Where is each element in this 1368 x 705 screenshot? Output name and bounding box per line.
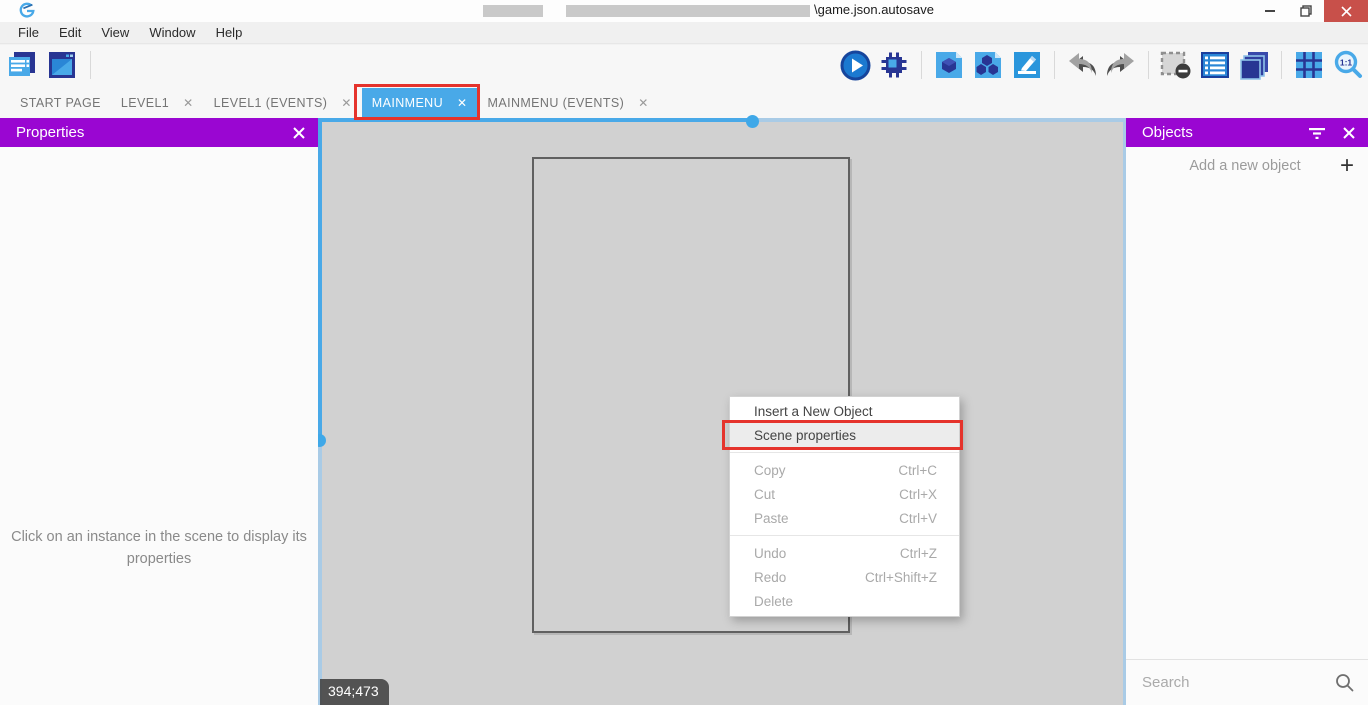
zoom-original-icon[interactable]: 1:1 — [1332, 49, 1364, 81]
toolbar: 1:1 — [0, 45, 1368, 88]
instances-list-icon[interactable] — [1160, 49, 1192, 81]
add-object-row: Add a new object + — [1126, 147, 1368, 185]
layers-icon[interactable] — [1238, 49, 1270, 81]
toolbar-separator — [921, 51, 922, 79]
tab-bar: START PAGE LEVEL1 ✕ LEVEL1 (EVENTS) ✕ MA… — [0, 88, 1368, 118]
search-icon[interactable] — [1335, 673, 1354, 692]
tab-label: LEVEL1 (EVENTS) — [214, 96, 328, 110]
menu-edit[interactable]: Edit — [49, 22, 91, 43]
tab-level1[interactable]: LEVEL1 ✕ — [111, 88, 204, 118]
add-object-label: Add a new object — [1150, 158, 1340, 174]
grid-icon[interactable] — [1293, 49, 1325, 81]
menu-separator — [730, 452, 959, 453]
menu-view[interactable]: View — [91, 22, 139, 43]
menu-separator — [730, 535, 959, 536]
menu-item-delete[interactable]: Delete — [730, 589, 959, 613]
properties-panel: Properties Click on an instance in the s… — [0, 118, 318, 705]
cursor-coordinates: 394;473 — [320, 679, 389, 705]
scene-resize-handle-top[interactable] — [746, 115, 759, 128]
app-logo-icon — [18, 2, 36, 20]
minimize-icon — [1265, 10, 1275, 12]
close-icon — [1341, 6, 1352, 17]
layers-list-icon[interactable] — [1199, 49, 1231, 81]
objects-panel-header: Objects — [1126, 118, 1368, 147]
menu-item-redo[interactable]: Redo Ctrl+Shift+Z — [730, 565, 959, 589]
scene-border-top — [754, 118, 1126, 122]
close-icon[interactable] — [292, 126, 306, 140]
debug-icon[interactable] — [878, 49, 910, 81]
menu-item-paste[interactable]: Paste Ctrl+V — [730, 506, 959, 530]
toolbar-separator — [1148, 51, 1149, 79]
toolbar-separator — [1281, 51, 1282, 79]
scene-border-left — [318, 442, 322, 705]
redacted-title-segment — [566, 5, 810, 17]
restore-button[interactable] — [1288, 0, 1324, 22]
menu-window[interactable]: Window — [139, 22, 205, 43]
tab-label: MAINMENU (EVENTS) — [488, 96, 625, 110]
menu-item-scene-properties[interactable]: Scene properties — [730, 423, 959, 447]
tab-close-icon[interactable]: ✕ — [341, 96, 351, 110]
redacted-title-segment — [483, 5, 543, 17]
undo-icon[interactable] — [1066, 49, 1098, 81]
window-title: \game.json.autosave — [814, 2, 934, 17]
tab-mainmenu[interactable]: MAINMENU ✕ — [362, 88, 478, 118]
toolbar-separator — [90, 51, 91, 79]
scene-border-left — [318, 118, 322, 442]
tab-close-icon[interactable]: ✕ — [457, 96, 467, 110]
close-button[interactable] — [1324, 0, 1368, 22]
tab-close-icon[interactable]: ✕ — [183, 96, 193, 110]
play-icon[interactable] — [839, 49, 871, 81]
add-object-button[interactable]: + — [1340, 154, 1354, 178]
title-bar: \game.json.autosave — [0, 0, 1368, 22]
search-input[interactable]: Search — [1142, 674, 1335, 691]
redo-icon[interactable] — [1105, 49, 1137, 81]
svg-text:1:1: 1:1 — [1339, 57, 1352, 67]
menu-item-insert-new-object[interactable]: Insert a New Object — [730, 399, 959, 423]
minimize-button[interactable] — [1252, 0, 1288, 22]
menu-file[interactable]: File — [8, 22, 49, 43]
properties-panel-header: Properties — [0, 118, 318, 147]
tab-level1-events[interactable]: LEVEL1 (EVENTS) ✕ — [204, 88, 362, 118]
project-manager-icon[interactable] — [6, 49, 38, 81]
objects-panel: Objects Add a new object + Search — [1126, 118, 1368, 705]
objects-search-bar: Search — [1126, 659, 1368, 705]
tab-label: MAINMENU — [372, 96, 443, 110]
tab-label: LEVEL1 — [121, 96, 169, 110]
scene-objects-icon[interactable] — [933, 49, 965, 81]
menu-item-cut[interactable]: Cut Ctrl+X — [730, 482, 959, 506]
filter-icon[interactable] — [1308, 126, 1326, 140]
scene-canvas[interactable]: 394;473 — [318, 118, 1126, 705]
tab-mainmenu-events[interactable]: MAINMENU (EVENTS) ✕ — [478, 88, 659, 118]
start-page-icon[interactable] — [46, 49, 78, 81]
scene-border-top — [318, 118, 754, 122]
object-groups-icon[interactable] — [972, 49, 1004, 81]
objects-panel-title: Objects — [1142, 124, 1193, 141]
gdevelop-window: \game.json.autosave File Edit View Windo… — [0, 0, 1368, 705]
close-icon[interactable] — [1342, 126, 1356, 140]
menu-bar: File Edit View Window Help — [0, 22, 1368, 44]
menu-help[interactable]: Help — [206, 22, 253, 43]
scene-properties-edit-icon[interactable] — [1011, 49, 1043, 81]
properties-empty-message: Click on an instance in the scene to dis… — [9, 526, 309, 570]
tab-close-icon[interactable]: ✕ — [638, 96, 648, 110]
toolbar-separator — [1054, 51, 1055, 79]
tab-label: START PAGE — [20, 96, 101, 110]
context-menu: Insert a New Object Scene properties Cop… — [729, 396, 960, 617]
menu-item-undo[interactable]: Undo Ctrl+Z — [730, 541, 959, 565]
tab-start-page[interactable]: START PAGE — [10, 88, 111, 118]
restore-icon — [1300, 5, 1312, 17]
menu-item-copy[interactable]: Copy Ctrl+C — [730, 458, 959, 482]
properties-panel-title: Properties — [16, 124, 84, 141]
